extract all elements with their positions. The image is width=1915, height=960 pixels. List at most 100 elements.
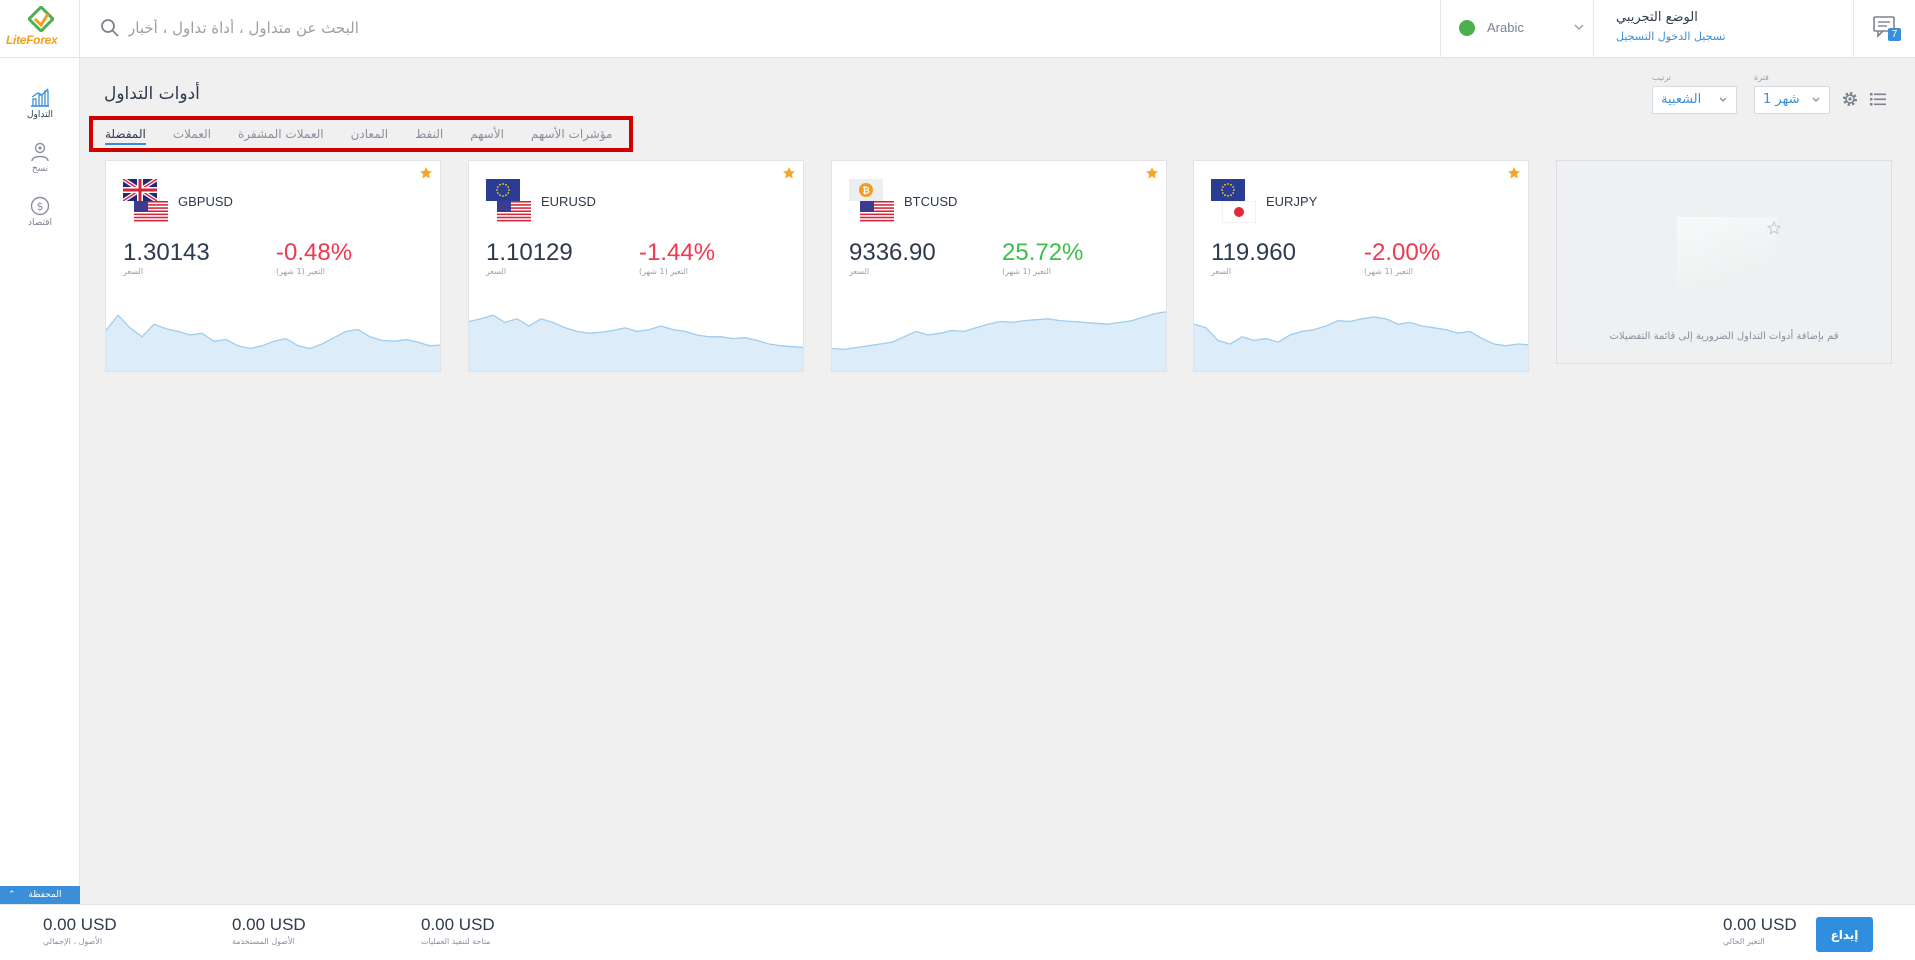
stat-current-change: 0.00 USD التغير الحالي <box>1723 915 1797 946</box>
stat-label: متاحة لتنفيذ العمليات <box>421 937 491 946</box>
copy-user-icon <box>31 142 49 162</box>
instrument-change: 25.72% <box>1002 239 1084 266</box>
nav-label-copy: نسخ <box>31 164 49 174</box>
instrument-card[interactable]: ₿ BTCUSD 9336.90 السعر 25.72% التغير (1 … <box>831 160 1167 372</box>
account-mode: الوضع التجريبي تسجيل الدخول التسجيل <box>1594 0 1854 58</box>
search-bar[interactable] <box>80 0 1440 58</box>
instrument-symbol: BTCUSD <box>904 194 958 209</box>
sort-value: الشعبية <box>1661 92 1702 107</box>
instrument-symbol: EURJPY <box>1266 194 1318 209</box>
instrument-symbol: EURUSD <box>541 194 596 209</box>
sparkline-area <box>1194 317 1528 371</box>
login-register-link[interactable]: تسجيل الدخول التسجيل <box>1616 30 1726 43</box>
stat-value: 0.00 USD <box>43 915 117 934</box>
language-flag-icon <box>1459 20 1475 36</box>
instrument-symbol: GBPUSD <box>178 194 233 209</box>
change-label: التغير (1 شهر) <box>639 267 688 276</box>
stat-available-funds: 0.00 USD متاحة لتنفيذ العمليات <box>421 915 495 946</box>
period-select[interactable]: شهر 1 <box>1754 86 1830 114</box>
tab-category[interactable]: الأسهم <box>470 127 504 141</box>
tab-category[interactable]: النفط <box>415 127 443 141</box>
eu-flag-icon <box>486 179 520 201</box>
instrument-card[interactable]: EURUSD 1.10129 السعر -1.44% التغير (1 شه… <box>468 160 804 372</box>
uk-flag-icon <box>121 177 159 203</box>
instrument-change: -2.00% <box>1364 239 1441 266</box>
notifications-button[interactable]: 7 <box>1872 14 1902 44</box>
category-tabs: المفضلة العملات العملات المشفرة المعادن النف… <box>93 120 612 148</box>
price-label: السعر <box>486 267 507 276</box>
price-sparkline <box>832 311 1166 371</box>
price-label: السعر <box>849 267 870 276</box>
sparkline-area <box>469 315 803 371</box>
demo-mode-title: الوضع التجريبي <box>1616 10 1698 25</box>
svg-text:₿: ₿ <box>862 186 869 197</box>
currency-flags <box>121 177 169 225</box>
chevron-down-icon <box>1574 24 1584 31</box>
eu-flag-icon <box>1211 179 1245 201</box>
price-label: السعر <box>123 267 144 276</box>
star-favorite-icon[interactable] <box>419 166 433 180</box>
change-label: التغير (1 شهر) <box>276 267 325 276</box>
gear-icon[interactable] <box>1841 90 1859 108</box>
period-label: فترة <box>1754 73 1769 82</box>
nav-item-economy[interactable]: $ اقتصاد <box>0 196 80 244</box>
us-flag-icon <box>497 201 531 223</box>
portfolio-label: المحفظة <box>28 890 62 900</box>
instrument-change: -1.44% <box>639 239 716 266</box>
notification-count-badge: 7 <box>1888 28 1901 41</box>
language-label: Arabic <box>1487 20 1524 35</box>
tab-category[interactable]: مؤشرات الأسهم <box>531 127 613 141</box>
tab-category[interactable]: العملات <box>173 127 211 141</box>
nav-item-trading[interactable]: التداول <box>0 88 80 136</box>
account-summary-bar: 0.00 USD الأصول ، الإجمالي 0.00 USD الأص… <box>0 904 1915 960</box>
deposit-button[interactable]: إيداع <box>1816 917 1873 952</box>
star-outline-icon <box>1767 221 1781 235</box>
search-input[interactable] <box>128 12 688 44</box>
price-sparkline <box>469 314 803 371</box>
stat-value: 0.00 USD <box>232 915 306 934</box>
instrument-price: 9336.90 <box>849 239 936 266</box>
sparkline-area <box>106 315 440 371</box>
side-nav: التداول نسخ $ اقتصاد ⌃ المحفظة <box>0 58 80 904</box>
page-title: أدوات التداول <box>104 84 200 104</box>
placeholder-card-graphic <box>1677 217 1777 287</box>
stat-label: الأصول ، الإجمالي <box>43 937 103 946</box>
star-favorite-icon[interactable] <box>782 166 796 180</box>
stat-used-assets: 0.00 USD الأصول المستخدمة <box>232 915 306 946</box>
add-favorites-card[interactable]: قم بإضافة أدوات التداول الضرورية إلى قائ… <box>1556 160 1892 364</box>
stat-value: 0.00 USD <box>421 915 495 934</box>
instrument-price: 1.30143 <box>123 239 210 266</box>
tab-category[interactable]: العملات المشفرة <box>238 127 324 141</box>
stat-total-assets: 0.00 USD الأصول ، الإجمالي <box>43 915 117 946</box>
add-favorites-hint: قم بإضافة أدوات التداول الضرورية إلى قائ… <box>1609 331 1839 342</box>
logo[interactable]: LiteForex <box>0 0 80 58</box>
change-label: التغير (1 شهر) <box>1002 267 1051 276</box>
price-sparkline <box>1194 316 1528 371</box>
language-selector[interactable]: Arabic <box>1440 0 1594 58</box>
currency-flags: ₿ <box>849 179 895 225</box>
currency-flags <box>1211 179 1257 225</box>
instrument-price: 1.10129 <box>486 239 573 266</box>
tab-category[interactable]: المعادن <box>351 127 389 141</box>
sort-select[interactable]: الشعبية <box>1652 86 1737 114</box>
nav-label-trading: التداول <box>26 110 54 120</box>
portfolio-toggle[interactable]: ⌃ المحفظة <box>0 886 80 904</box>
stat-value: 0.00 USD <box>1723 915 1797 934</box>
tab-category[interactable]: المفضلة <box>105 127 146 145</box>
logo-mark-icon <box>28 6 54 32</box>
category-tabs-highlight: المفضلة العملات العملات المشفرة المعادن النف… <box>89 116 633 152</box>
price-sparkline <box>106 314 440 371</box>
us-flag-icon <box>134 201 168 223</box>
chevron-down-icon <box>1719 97 1727 102</box>
list-view-icon[interactable] <box>1869 91 1887 107</box>
instrument-card[interactable]: GBPUSD 1.30143 السعر -0.48% التغير (1 شه… <box>105 160 441 372</box>
nav-item-copy[interactable]: نسخ <box>0 142 80 190</box>
period-value: شهر 1 <box>1763 92 1800 107</box>
star-favorite-icon[interactable] <box>1507 166 1521 180</box>
jp-flag-icon <box>1221 200 1257 224</box>
sparkline-area <box>832 311 1166 371</box>
instrument-card[interactable]: EURJPY 119.960 السعر -2.00% التغير (1 شه… <box>1193 160 1529 372</box>
change-label: التغير (1 شهر) <box>1364 267 1413 276</box>
stat-label: الأصول المستخدمة <box>232 937 295 946</box>
star-favorite-icon[interactable] <box>1145 166 1159 180</box>
